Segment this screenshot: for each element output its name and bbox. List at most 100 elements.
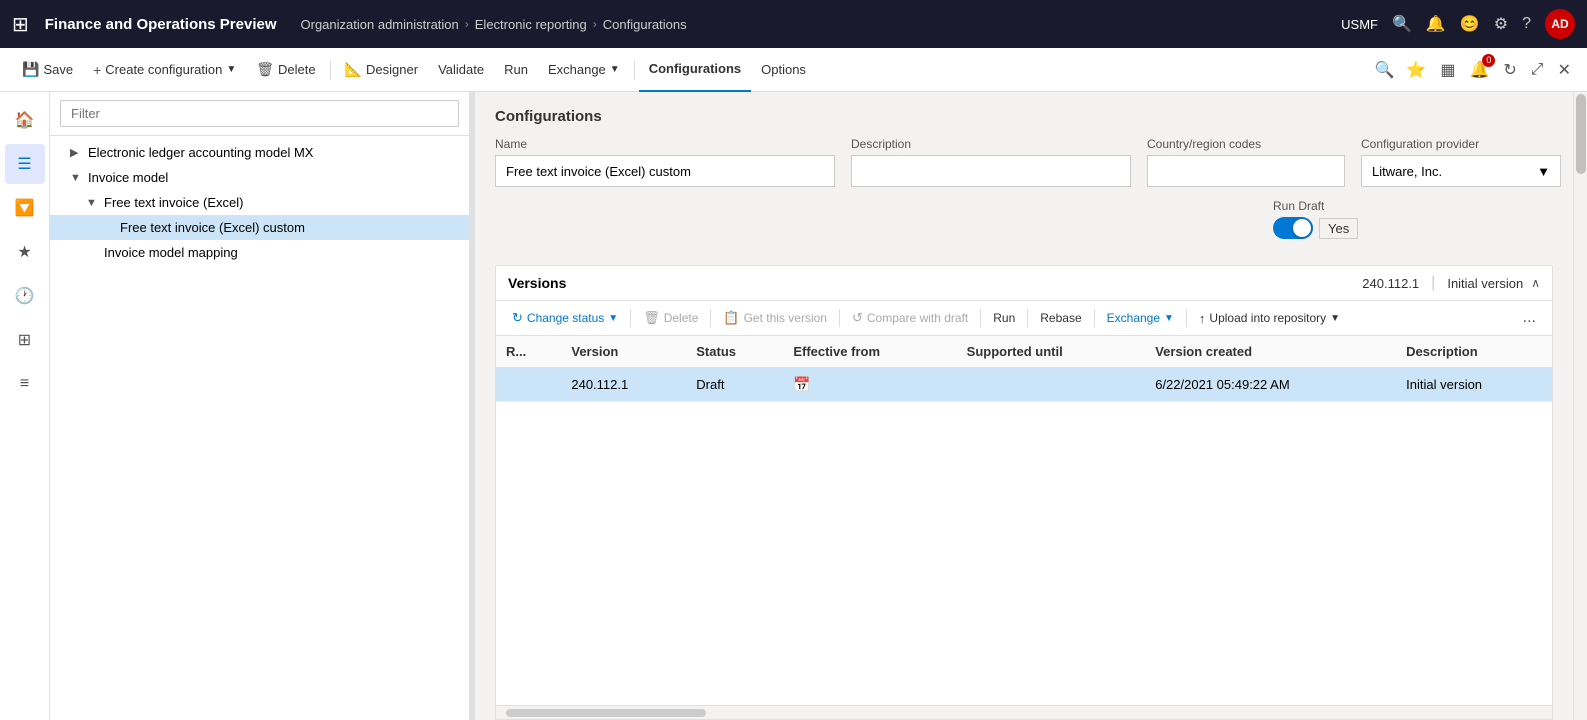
- run-button[interactable]: Run: [494, 48, 538, 92]
- run-draft-toggle[interactable]: [1273, 217, 1313, 239]
- top-bar: ⊞ Finance and Operations Preview Organiz…: [0, 0, 1587, 48]
- name-label: Name: [495, 137, 835, 151]
- tree-item-invoice-model[interactable]: ▼ Invoice model: [50, 165, 469, 190]
- search-toolbar-icon[interactable]: 🔍: [1374, 60, 1394, 80]
- breadcrumb: Organization administration › Electronic…: [301, 17, 1334, 32]
- toggle-knob: [1293, 219, 1311, 237]
- ver-run-button[interactable]: Run: [985, 307, 1023, 329]
- breadcrumb-sep-1: ›: [465, 17, 469, 31]
- notifications-badge-icon[interactable]: 🔔 0: [1465, 56, 1493, 84]
- help-icon[interactable]: ?: [1522, 15, 1531, 33]
- save-icon: 💾: [22, 61, 39, 78]
- configurations-tab[interactable]: Configurations: [639, 48, 751, 92]
- fullscreen-icon[interactable]: ⤢: [1527, 57, 1548, 83]
- ver-sep-4: [980, 309, 981, 327]
- run-draft-section: Run Draft Yes: [495, 199, 1553, 239]
- tree-item-free-text-excel-custom[interactable]: Free text invoice (Excel) custom: [50, 215, 469, 240]
- ver-exchange-button[interactable]: Exchange ▼: [1099, 307, 1182, 329]
- breadcrumb-er[interactable]: Electronic reporting: [475, 17, 587, 32]
- nav-filter[interactable]: 🔽: [5, 188, 45, 228]
- country-label: Country/region codes: [1147, 137, 1345, 151]
- breadcrumb-configs[interactable]: Configurations: [603, 17, 687, 32]
- versions-collapse-icon[interactable]: ∧: [1531, 276, 1540, 290]
- cell-description: Initial version: [1396, 368, 1552, 402]
- delete-button[interactable]: 🗑 Delete: [246, 48, 325, 92]
- horizontal-scrollbar[interactable]: [496, 705, 1552, 719]
- ver-delete-button[interactable]: 🗑 Delete: [635, 306, 706, 330]
- upload-repository-button[interactable]: ↑ Upload into repository ▼: [1191, 307, 1348, 330]
- search-icon[interactable]: 🔍: [1392, 14, 1412, 34]
- settings-icon[interactable]: ⚙: [1494, 14, 1508, 34]
- tree-item-free-text-excel[interactable]: ▼ Free text invoice (Excel): [50, 190, 469, 215]
- nav-items[interactable]: ≡: [5, 364, 45, 404]
- get-this-version-button[interactable]: 📋 Get this version: [715, 306, 835, 330]
- main-layout: 🏠 ☰ 🔽 ★ 🕐 ⊞ ≡ ▶ Electronic ledger accoun…: [0, 92, 1587, 720]
- upload-icon: ↑: [1199, 311, 1206, 326]
- refresh-icon[interactable]: ↻: [1499, 56, 1520, 84]
- versions-scroll[interactable]: R... Version Status Effective from Suppo…: [496, 336, 1552, 705]
- rebase-button[interactable]: Rebase: [1032, 307, 1089, 329]
- emoji-icon[interactable]: 😊: [1460, 14, 1480, 34]
- tree-content: ▶ Electronic ledger accounting model MX …: [50, 136, 469, 720]
- left-nav: 🏠 ☰ 🔽 ★ 🕐 ⊞ ≡: [0, 92, 50, 720]
- get-version-icon: 📋: [723, 310, 739, 326]
- toolbar: 💾 Save + Create configuration ▼ 🗑 Delete…: [0, 48, 1587, 92]
- close-icon[interactable]: ✕: [1554, 56, 1575, 84]
- exchange-button[interactable]: Exchange ▼: [538, 48, 630, 92]
- validate-button[interactable]: Validate: [428, 48, 494, 92]
- create-configuration-button[interactable]: + Create configuration ▼: [83, 48, 246, 92]
- ver-sep-1: [630, 309, 631, 327]
- nav-list[interactable]: ☰: [5, 144, 45, 184]
- country-field: Country/region codes: [1147, 137, 1345, 187]
- description-input[interactable]: [851, 155, 1131, 187]
- nav-clock[interactable]: 🕐: [5, 276, 45, 316]
- right-scrollbar[interactable]: [1573, 92, 1587, 720]
- exchange-dropdown-icon: ▼: [610, 64, 620, 75]
- provider-select[interactable]: Litware, Inc. ▼: [1361, 155, 1561, 187]
- tree-filter: [50, 92, 469, 136]
- expand-icon: ▶: [70, 146, 84, 159]
- apps-icon[interactable]: ⊞: [12, 12, 29, 37]
- nav-home[interactable]: 🏠: [5, 100, 45, 140]
- cell-effective-from: 📅: [783, 368, 956, 402]
- options-tab[interactable]: Options: [751, 48, 816, 92]
- avatar[interactable]: AD: [1545, 9, 1575, 39]
- notification-icon[interactable]: 🔔: [1426, 14, 1446, 34]
- cell-version-created: 6/22/2021 05:49:22 AM: [1145, 368, 1396, 402]
- compare-draft-button[interactable]: ↺ Compare with draft: [844, 306, 976, 330]
- table-row[interactable]: 240.112.1 Draft 📅 6/22/2021 05:49:22 AM …: [496, 368, 1552, 402]
- ver-sep-3: [839, 309, 840, 327]
- tree-item-invoice-model-mapping[interactable]: Invoice model mapping: [50, 240, 469, 265]
- versions-sep: |: [1431, 274, 1435, 292]
- nav-star[interactable]: ★: [5, 232, 45, 272]
- save-button[interactable]: 💾 Save: [12, 48, 83, 92]
- description-label: Description: [851, 137, 1131, 151]
- versions-toolbar: ↻ Change status ▼ 🗑 Delete 📋 Get this ve…: [496, 301, 1552, 336]
- collapse-icon-2: ▼: [86, 197, 100, 209]
- change-status-button[interactable]: ↻ Change status ▼: [504, 306, 626, 330]
- designer-button[interactable]: 📐 Designer: [335, 48, 428, 92]
- env-label: USMF: [1341, 17, 1378, 32]
- versions-meta2: Initial version: [1447, 276, 1523, 291]
- col-description: Description: [1396, 336, 1552, 368]
- ver-more-button[interactable]: ...: [1515, 305, 1544, 331]
- columns-icon[interactable]: ▦: [1436, 56, 1459, 84]
- toolbar-sep-1: [330, 60, 331, 80]
- ver-sep-6: [1094, 309, 1095, 327]
- hscroll-thumb[interactable]: [506, 709, 706, 717]
- country-input[interactable]: [1147, 155, 1345, 187]
- versions-meta: 240.112.1: [1362, 276, 1419, 291]
- toggle-container: Yes: [1273, 217, 1358, 239]
- toolbar-right-icons: ⭐ ▦ 🔔 0 ↻ ⤢ ✕: [1402, 56, 1575, 84]
- breadcrumb-org[interactable]: Organization administration: [301, 17, 459, 32]
- nav-grid[interactable]: ⊞: [5, 320, 45, 360]
- name-input[interactable]: [495, 155, 835, 187]
- filter-input[interactable]: [60, 100, 459, 127]
- scrollbar-thumb[interactable]: [1576, 94, 1586, 174]
- tree-item-electronic-ledger[interactable]: ▶ Electronic ledger accounting model MX: [50, 140, 469, 165]
- calendar-icon[interactable]: 📅: [793, 376, 810, 392]
- favorite-icon[interactable]: ⭐: [1402, 56, 1430, 84]
- app-title: Finance and Operations Preview: [45, 16, 277, 33]
- breadcrumb-sep-2: ›: [593, 17, 597, 31]
- col-supported-until: Supported until: [957, 336, 1146, 368]
